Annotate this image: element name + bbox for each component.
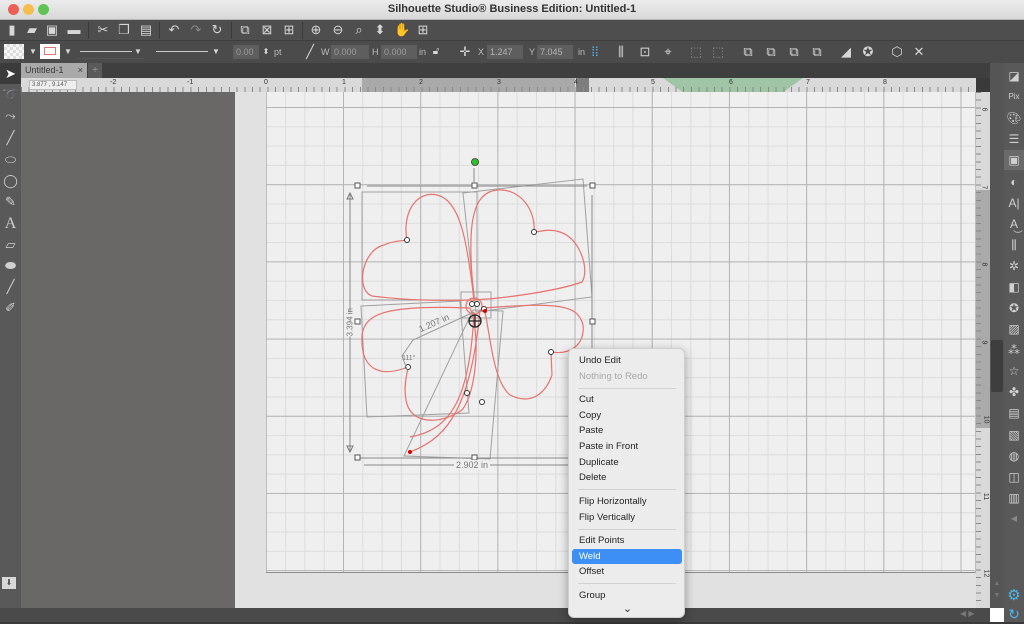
settings-gear-icon[interactable]: ⚙ [1004, 586, 1024, 606]
transparency-icon[interactable]: ◐ [1004, 172, 1024, 192]
scroll-arrows[interactable]: ▲ ▼ [991, 578, 1003, 606]
sketch-icon[interactable]: ⁂ [1004, 340, 1024, 360]
clover-leaf-top-right [470, 189, 586, 301]
clover-leaf-top-left [361, 193, 475, 301]
fill-pattern-icon[interactable]: ▣ [1004, 150, 1024, 170]
menu-item-edit-points[interactable]: Edit Points [572, 533, 682, 548]
line-style-icon[interactable]: ☰ [1004, 129, 1024, 149]
layers-icon[interactable]: ▤ [1004, 403, 1024, 423]
menu-item-copy[interactable]: Copy [572, 408, 682, 423]
pixscan-icon[interactable]: Pix [1004, 87, 1024, 107]
replicate-icon[interactable]: ✲ [1004, 256, 1024, 276]
menu-item-delete[interactable]: Delete [572, 470, 682, 485]
favorites-star-icon[interactable]: ☆ [1004, 361, 1024, 381]
warp-icon[interactable]: ▥ [1004, 488, 1024, 508]
resize-handle [589, 182, 596, 189]
menu-item-offset[interactable]: Offset [572, 564, 682, 579]
sync-cloud-icon[interactable]: ↻ [1004, 604, 1024, 624]
width-dimension-label: 2.902 in [454, 460, 491, 470]
resize-handle [354, 182, 361, 189]
path-node [464, 390, 470, 396]
leaf-bounding-box [361, 191, 478, 301]
menu-separator [578, 489, 676, 490]
context-menu: Undo Edit Nothing to Redo Cut Copy Paste… [568, 348, 685, 618]
menu-item-paste-in-front[interactable]: Paste in Front [572, 439, 682, 454]
menu-separator [578, 388, 676, 389]
rotation-handle [471, 158, 479, 166]
rhinestone-icon[interactable]: ▧ [1004, 425, 1024, 445]
resize-handle [354, 318, 361, 325]
path-node [531, 229, 537, 235]
selected-node [408, 450, 412, 454]
menu-item-undo-edit[interactable]: Undo Edit [572, 353, 682, 368]
collapse-panel-icon[interactable]: ◀ [1004, 509, 1024, 529]
path-node [479, 399, 485, 405]
path-node [404, 237, 410, 243]
path-node [474, 301, 480, 307]
modify-icon[interactable]: ◧ [1004, 277, 1024, 297]
menu-separator [578, 583, 676, 584]
corner-box [990, 608, 1004, 622]
menu-item-group[interactable]: Group [572, 588, 682, 603]
menu-scroll-down-icon[interactable]: ⌄ [569, 602, 686, 615]
menu-item-flip-vertically[interactable]: Flip Vertically [572, 510, 682, 525]
path-node [548, 349, 554, 355]
font-path-icon[interactable]: A͜ [1004, 214, 1024, 234]
resize-handle [471, 182, 478, 189]
nesting-icon[interactable]: ◍ [1004, 446, 1024, 466]
3d-panel-icon[interactable]: ◫ [1004, 467, 1024, 487]
scroll-left-right-arrows[interactable]: ◀ ▶ [960, 609, 975, 618]
text-style-icon[interactable]: A| [1004, 193, 1024, 213]
puzzle-icon[interactable]: ✤ [1004, 382, 1024, 402]
rotation-center-crosshair [468, 314, 482, 328]
menu-item-duplicate[interactable]: Duplicate [572, 455, 682, 470]
vertical-scrollbar[interactable]: ▲ ▼ [990, 63, 1004, 608]
angle-label: 111° [402, 355, 416, 362]
resize-handle [354, 454, 361, 461]
menu-item-cut[interactable]: Cut [572, 392, 682, 407]
trace-icon[interactable]: ▨ [1004, 319, 1024, 339]
menu-item-paste[interactable]: Paste [572, 423, 682, 438]
resize-handle [589, 318, 596, 325]
align-panel-icon[interactable]: ⫼ [1004, 235, 1024, 255]
right-panel-toolbar: ◪ Pix 🎨︎ ☰ ▣ ◐ A| A͜ ⫼ ✲ ◧ ✪ ▨ ⁂ ☆ ✤ ▤ ▧… [1004, 63, 1024, 622]
horizontal-scrollbar[interactable]: ◀ ▶ [0, 608, 1004, 622]
scrollbar-thumb[interactable] [991, 340, 1003, 392]
offset-star-icon[interactable]: ✪ [1004, 298, 1024, 318]
fill-palette-icon[interactable]: 🎨︎ [1004, 108, 1024, 128]
menu-item-flip-horizontally[interactable]: Flip Horizontally [572, 494, 682, 509]
selected-node [483, 309, 487, 313]
menu-separator [578, 529, 676, 530]
path-node [469, 301, 475, 307]
menu-item-nothing-to-redo: Nothing to Redo [579, 371, 648, 382]
page-setup-icon[interactable]: ◪ [1004, 66, 1024, 86]
menu-item-weld[interactable]: Weld [572, 549, 682, 564]
clover-selection-overlay [346, 158, 596, 466]
height-dimension-label: 3.394 in [345, 308, 355, 337]
